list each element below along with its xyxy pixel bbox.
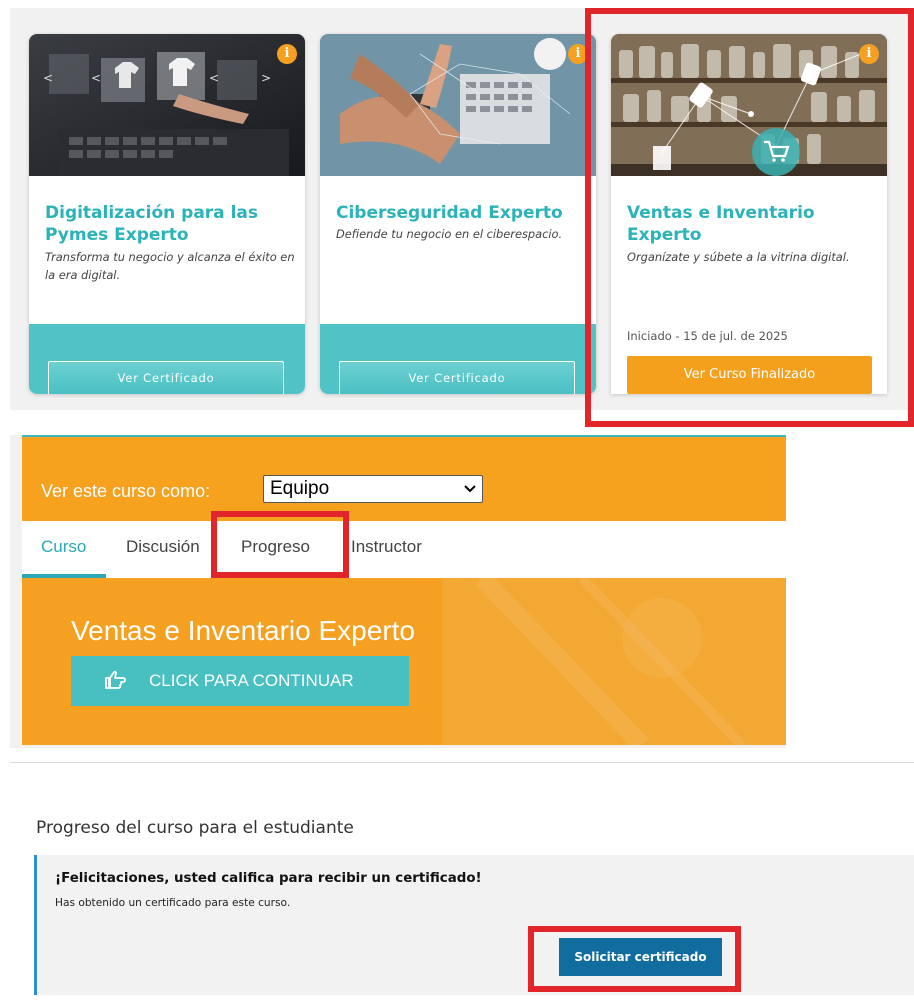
view-as-bar: Ver este curso como: Equipo	[22, 435, 786, 521]
certificate-notice-title: ¡Felicitaciones, usted califica para rec…	[55, 871, 482, 886]
tab-curso[interactable]: Curso	[41, 537, 86, 557]
course-image-ciberseguridad: i	[320, 34, 596, 176]
course-subtitle: Defiende tu negocio en el ciberespacio.	[336, 227, 563, 241]
card-footer: Ver Certificado	[29, 324, 305, 394]
pointing-hand-icon	[105, 670, 126, 689]
svg-text:<: <	[43, 71, 53, 85]
view-certificate-button[interactable]: Ver Certificado	[48, 361, 284, 394]
svg-text:<: <	[209, 71, 219, 85]
view-as-label: Ver este curso como:	[41, 481, 211, 501]
course-cards-panel: < < < > i Digitalización para las Pymes …	[10, 8, 914, 427]
svg-text:<: <	[91, 71, 101, 85]
tab-instructor[interactable]: Instructor	[351, 537, 422, 557]
certificate-notice-text: Has obtenido un certificado para este cu…	[55, 897, 291, 909]
course-title[interactable]: Ciberseguridad Experto	[336, 202, 586, 224]
highlight-box-request-button	[528, 926, 741, 992]
svg-text:>: >	[261, 71, 271, 85]
continue-button[interactable]: CLICK PARA CONTINUAR	[71, 656, 409, 706]
card-footer: Ver Certificado	[320, 324, 596, 394]
continue-button-label: CLICK PARA CONTINUAR	[149, 671, 354, 690]
course-header-panel: Ver este curso como: Equipo Curso Discus…	[10, 435, 786, 748]
view-certificate-button[interactable]: Ver Certificado	[339, 361, 575, 394]
info-icon[interactable]: i	[277, 44, 297, 64]
course-title[interactable]: Digitalización para las Pymes Experto	[45, 202, 295, 246]
course-card-ciberseguridad[interactable]: i Ciberseguridad Experto Defiende tu neg…	[320, 34, 596, 394]
course-hero: Ventas e Inventario Experto CLICK PARA C…	[22, 578, 786, 745]
highlight-box-progress-tab	[211, 511, 349, 578]
course-card-digitalizacion[interactable]: < < < > i Digitalización para las Pymes …	[29, 34, 305, 394]
course-tabs: Curso Discusión Progreso Instructor	[22, 521, 786, 578]
view-as-selected-value: Equipo	[270, 478, 330, 499]
highlight-box-course-card	[585, 8, 914, 427]
course-hero-title: Ventas e Inventario Experto	[71, 615, 415, 646]
certificate-notice: ¡Felicitaciones, usted califica para rec…	[34, 855, 914, 995]
chevron-down-icon	[464, 485, 476, 493]
tab-discusion[interactable]: Discusión	[126, 537, 200, 557]
view-as-select[interactable]: Equipo	[263, 475, 483, 503]
course-image-digitalizacion: < < < > i	[29, 34, 305, 176]
course-subtitle: Transforma tu negocio y alcanza el éxito…	[45, 250, 295, 282]
progress-title: Progreso del curso para el estudiante	[36, 818, 354, 838]
progress-panel: Progreso del curso para el estudiante ¡F…	[10, 762, 914, 1002]
